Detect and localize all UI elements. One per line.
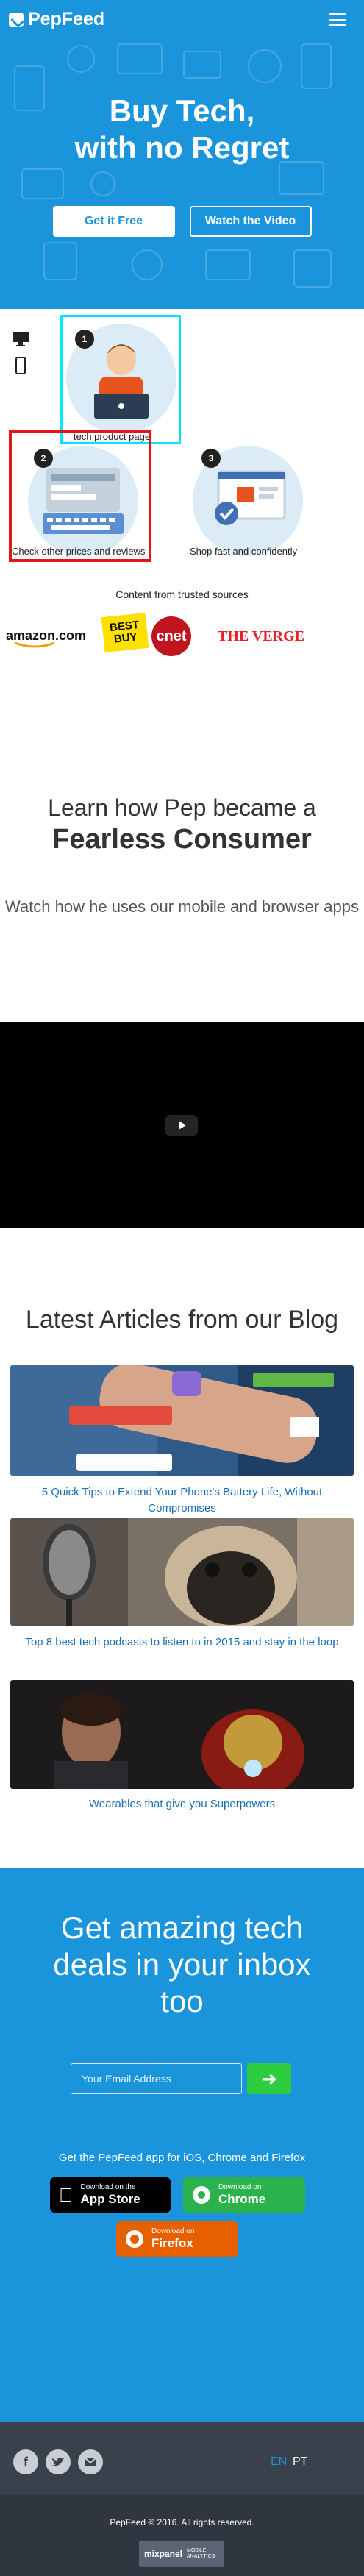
arrow-right-icon: ➜: [261, 2067, 277, 2090]
learn-heading-line2: Fearless Consumer: [52, 824, 312, 855]
hero-buttons: Get it Free Watch the Video: [0, 206, 364, 237]
logo-text: PepFeed: [28, 9, 105, 29]
twitter-icon[interactable]: [46, 2449, 71, 2474]
learn-heading-line1: Learn how Pep became a: [48, 794, 316, 821]
menu-hamburger-icon[interactable]: [329, 13, 346, 26]
trusted-sources-title: Content from trusted sources: [115, 588, 249, 600]
article-3-image[interactable]: [10, 1680, 354, 1789]
watch-video-button[interactable]: Watch the Video: [189, 206, 312, 237]
facebook-icon[interactable]: f: [13, 2449, 38, 2474]
newsletter-title: Get amazing tech deals in your inbox too: [53, 1910, 311, 2018]
hero-title: Buy Tech, with no Regret: [74, 93, 290, 165]
desktop-icon: [12, 331, 29, 351]
firefox-store-button[interactable]: Download on Firefox: [116, 2221, 238, 2257]
chrome-store-button[interactable]: Download on Chrome: [183, 2177, 305, 2213]
article-1-image[interactable]: [10, 1365, 354, 1476]
device-icons: [12, 331, 29, 385]
app-store-button[interactable]:  Download on theApp Store: [50, 2177, 171, 2213]
logo-mark-icon: [9, 12, 24, 27]
blog-section-title: Latest Articles from our Blog: [25, 1306, 339, 1334]
footer-bottom: PepFeed © 2016. All rights reserved. mix…: [0, 2495, 364, 2576]
video-player[interactable]: [0, 1022, 364, 1228]
footer-social-bar: f EN PT: [0, 2422, 364, 2495]
top-navbar: PepFeed: [0, 0, 364, 41]
article-1-link[interactable]: 5 Quick Tips to Extend Your Phone's Batt…: [10, 1484, 354, 1517]
article-3-link[interactable]: Wearables that give you Superpowers: [10, 1796, 354, 1812]
step-2-highlight-box: [9, 430, 151, 562]
cnet-logo: cnet: [151, 616, 191, 656]
mixpanel-badge[interactable]: mixpanel MOBILE ANALYTICS: [139, 2541, 224, 2567]
copyright-text: PepFeed © 2016. All rights reserved.: [110, 2517, 254, 2527]
chrome-icon: [193, 2186, 210, 2204]
the-verge-logo: THE VERGE: [218, 628, 304, 644]
email-input[interactable]: [71, 2063, 242, 2094]
how-it-works-section: 1 tech product page 2 Check other prices…: [0, 309, 364, 656]
submit-arrow-button[interactable]: ➜: [247, 2063, 291, 2094]
firefox-icon: [126, 2230, 143, 2248]
newsletter-section: Get amazing tech deals in your inbox too…: [0, 1868, 364, 2422]
pepfeed-logo[interactable]: PepFeed: [9, 9, 104, 30]
language-pt[interactable]: PT: [293, 2455, 307, 2469]
article-2-link[interactable]: Top 8 best tech podcasts to listen to in…: [10, 1634, 354, 1651]
get-it-free-button[interactable]: Get it Free: [52, 206, 175, 237]
step-3-label: Shop fast and confidently: [190, 546, 297, 557]
play-icon[interactable]: [165, 1115, 198, 1136]
step-1-highlight-box: [60, 315, 181, 444]
article-2-image[interactable]: [10, 1518, 354, 1626]
email-icon[interactable]: [78, 2449, 103, 2474]
apple-icon: : [59, 2184, 74, 2207]
learn-subtitle: Watch how he uses our mobile and browser…: [5, 897, 359, 916]
bestbuy-logo: BEST BUY: [101, 612, 149, 653]
step-3-number: 3: [201, 449, 221, 468]
mobile-icon: [12, 357, 29, 380]
amazon-logo: amazon.com: [6, 628, 86, 648]
trusted-brand-logos: amazon.com BEST BUY cnet THE VERGE: [0, 611, 364, 662]
hero-section: PepFeed Buy Tech, with no Regret Get it …: [0, 0, 364, 309]
language-en[interactable]: EN: [271, 2455, 287, 2469]
app-download-text: Get the PepFeed app for iOS, Chrome and …: [58, 2152, 306, 2164]
